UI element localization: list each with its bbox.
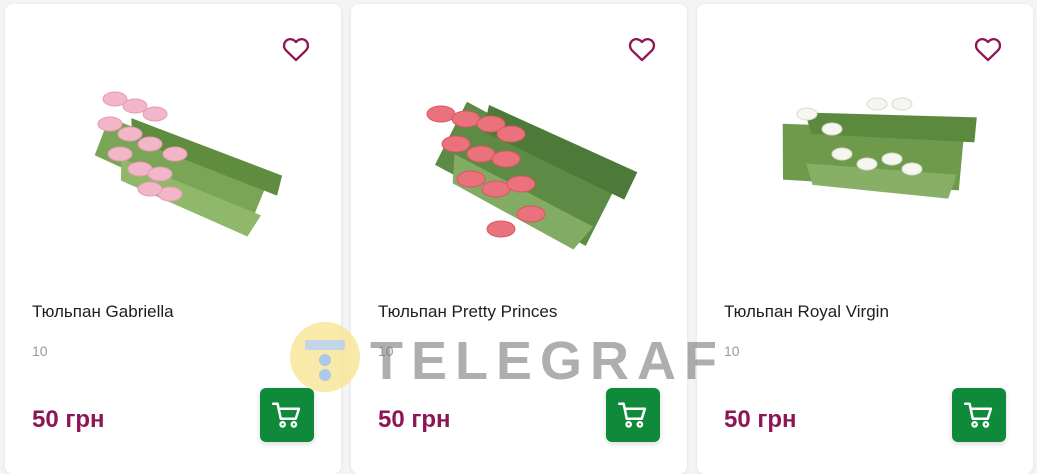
product-title[interactable]: Тюльпан Pretty Princes	[378, 302, 557, 322]
product-card[interactable]: Тюльпан Pretty Princes 10 50 грн	[351, 4, 687, 474]
product-title[interactable]: Тюльпан Gabriella	[32, 302, 174, 322]
shopping-cart-icon	[964, 402, 993, 428]
product-grid: Тюльпан Gabriella 10 50 грн Тюльпан Pret…	[0, 0, 1037, 474]
product-price: 50 грн	[32, 406, 105, 433]
product-image[interactable]	[401, 44, 641, 284]
add-to-cart-button[interactable]	[952, 388, 1006, 442]
product-quantity: 10	[32, 343, 48, 359]
add-to-cart-button[interactable]	[606, 388, 660, 442]
product-image[interactable]	[55, 44, 295, 284]
product-image[interactable]	[747, 44, 987, 284]
product-title[interactable]: Тюльпан Royal Virgin	[724, 302, 889, 322]
add-to-cart-button[interactable]	[260, 388, 314, 442]
product-quantity: 10	[724, 343, 740, 359]
product-card[interactable]: Тюльпан Royal Virgin 10 50 грн	[697, 4, 1033, 474]
product-card[interactable]: Тюльпан Gabriella 10 50 грн	[5, 4, 341, 474]
product-quantity: 10	[378, 343, 394, 359]
shopping-cart-icon	[272, 402, 301, 428]
product-price: 50 грн	[378, 406, 451, 433]
shopping-cart-icon	[618, 402, 647, 428]
product-price: 50 грн	[724, 406, 797, 433]
